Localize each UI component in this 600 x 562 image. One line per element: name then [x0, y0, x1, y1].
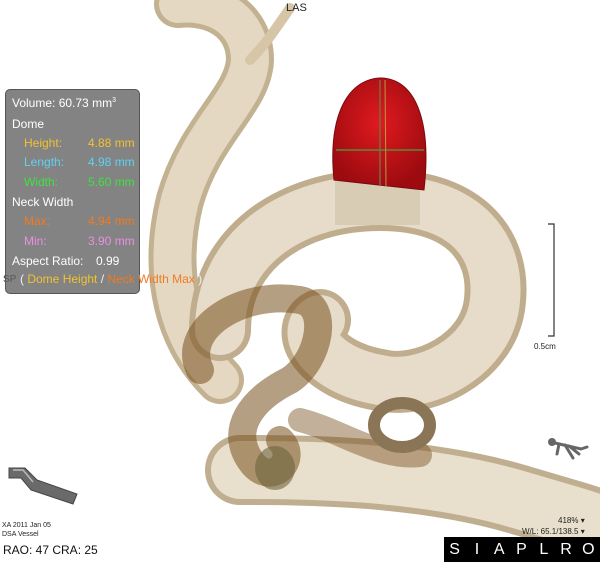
- catheter-tool-icon[interactable]: [5, 462, 80, 507]
- note-neck-width: Neck Width Max: [107, 272, 195, 286]
- orient-button-o[interactable]: O: [578, 537, 600, 562]
- study-date: XA 2011 Jan 05: [2, 522, 51, 529]
- length-row: Length: 4.98 mm: [24, 155, 135, 169]
- note-close: ): [194, 272, 203, 286]
- orientation-buttons: S I A P L R O: [444, 537, 600, 562]
- orient-button-r[interactable]: R: [555, 537, 577, 562]
- zoom-value: 418%: [558, 516, 579, 525]
- aspect-ratio-label: Aspect Ratio:: [12, 254, 84, 268]
- length-value: 4.98 mm: [88, 155, 135, 169]
- height-value: 4.88 mm: [88, 136, 135, 150]
- view-angles: RAO: 47 CRA: 25: [3, 543, 98, 557]
- window-level-value: W/L: 65.1/138.5: [522, 527, 579, 536]
- length-label: Length:: [24, 155, 65, 169]
- max-value: 4.94 mm: [88, 214, 135, 228]
- orientation-label-top: LAS: [286, 2, 307, 14]
- study-series: DSA Vessel: [2, 531, 39, 538]
- patient-orientation-icon[interactable]: [545, 428, 589, 462]
- height-label: Height:: [24, 136, 63, 150]
- width-row: Width: 5.60 mm: [24, 175, 135, 189]
- chevron-down-icon: ▾: [580, 527, 585, 536]
- max-row: Max: 4.94 mm: [24, 214, 135, 228]
- orient-button-l[interactable]: L: [533, 537, 555, 562]
- height-row: Height: 4.88 mm: [24, 136, 135, 150]
- aspect-ratio-value: 0.99: [96, 254, 120, 268]
- neck-width-heading: Neck Width: [12, 195, 74, 209]
- dome-heading: Dome: [12, 117, 45, 131]
- scale-bar-label: 0.5cm: [534, 342, 556, 351]
- chevron-down-icon: ▾: [580, 516, 585, 525]
- orient-button-p[interactable]: P: [511, 537, 533, 562]
- note-separator: /: [97, 272, 108, 286]
- orient-button-s[interactable]: S: [444, 537, 466, 562]
- volume-value: 60.73 mm: [58, 96, 113, 110]
- zoom-level[interactable]: 418% ▾: [558, 516, 585, 525]
- volume-label: Volume:: [12, 96, 56, 110]
- min-label: Min:: [24, 234, 47, 248]
- min-row: Min: 3.90 mm: [24, 234, 135, 248]
- width-value: 5.60 mm: [88, 175, 135, 189]
- min-value: 3.90 mm: [88, 234, 135, 248]
- orient-button-i[interactable]: I: [466, 537, 488, 562]
- window-level[interactable]: W/L: 65.1/138.5 ▾: [522, 527, 585, 536]
- note-dome-height: Dome Height: [27, 272, 98, 286]
- volume-row: Volume: 60.73 mm3: [12, 96, 116, 110]
- measurement-panel: Volume: 60.73 mm3 Dome Height: 4.88 mm Le…: [5, 89, 202, 294]
- volume-unit-superscript: 3: [112, 97, 116, 104]
- aspect-ratio-row: Aspect Ratio: 0.99: [12, 254, 119, 268]
- aspect-ratio-note: ( Dome Height / Neck Width Max ): [20, 272, 202, 286]
- orient-button-a[interactable]: A: [489, 537, 511, 562]
- scale-bar: [548, 223, 555, 337]
- 3d-viewport[interactable]: LAS S P Volume: 60.73 mm3 Dome Height: 4.8…: [0, 0, 600, 562]
- width-label: Width:: [24, 175, 59, 189]
- max-label: Max:: [24, 214, 51, 228]
